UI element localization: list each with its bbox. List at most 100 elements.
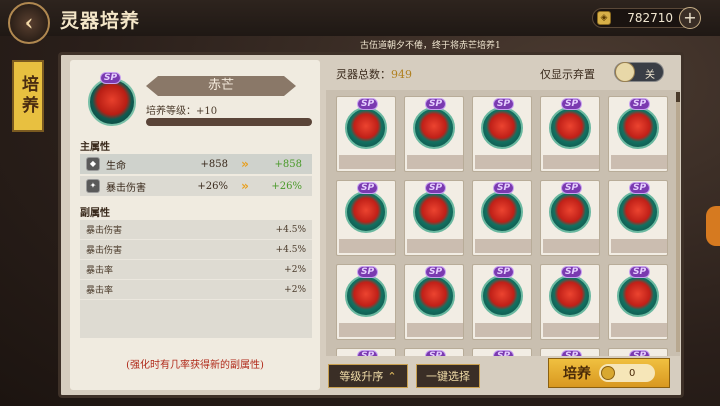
rarity-badge: SP xyxy=(357,266,379,278)
item-card[interactable]: SP xyxy=(404,348,464,356)
rune-icon xyxy=(413,191,455,233)
item-card[interactable]: SP xyxy=(336,348,396,356)
rarity-badge: SP xyxy=(425,350,447,356)
item-card[interactable]: SP xyxy=(472,96,532,172)
rarity-badge: SP xyxy=(357,98,379,110)
stat-value: +858 xyxy=(200,158,228,170)
page-title: 灵器培养 xyxy=(60,10,141,32)
item-card[interactable]: SP xyxy=(608,96,668,172)
rune-icon xyxy=(617,275,659,317)
rune-icon xyxy=(345,107,387,149)
item-card[interactable]: SP xyxy=(404,180,464,256)
rarity-badge: SP xyxy=(100,72,122,84)
sub-stat-value: +4.5% xyxy=(275,244,306,255)
stat-name: 生命 xyxy=(106,160,126,172)
item-card[interactable]: SP xyxy=(608,180,668,256)
level-bar xyxy=(146,118,312,126)
sort-button[interactable]: 等级升序 ⌃ xyxy=(328,364,408,388)
stat-value: +26% xyxy=(197,180,228,192)
rarity-badge: SP xyxy=(493,350,515,356)
cultivate-button[interactable]: 培养 0 xyxy=(548,358,670,388)
sub-attr-title: 副属性 xyxy=(80,208,110,219)
item-name: 赤芒 xyxy=(146,76,296,96)
side-edge-button[interactable] xyxy=(706,206,720,246)
tab-cultivate[interactable]: 培养 xyxy=(12,60,44,132)
back-arrow-icon: ‹ xyxy=(24,10,34,36)
item-card[interactable]: SP xyxy=(472,264,532,340)
card-label-bar xyxy=(543,239,599,253)
total-label: 灵器总数： xyxy=(336,68,391,81)
rune-icon xyxy=(345,275,387,317)
item-card[interactable]: SP xyxy=(540,264,600,340)
sub-stat-row: 暴击伤害 +4.5% xyxy=(80,240,312,260)
rune-icon xyxy=(413,275,455,317)
item-card[interactable]: SP xyxy=(404,96,464,172)
cultivate-label: 培养 xyxy=(563,366,591,382)
sub-stat-name: 暴击率 xyxy=(86,266,114,276)
rarity-badge: SP xyxy=(629,98,651,110)
card-label-bar xyxy=(339,323,395,337)
sub-stat-row: 暴击率 +2% xyxy=(80,260,312,280)
item-card[interactable]: SP xyxy=(472,348,532,356)
select-all-button[interactable]: 一键选择 xyxy=(416,364,480,388)
rune-icon xyxy=(549,191,591,233)
sort-label: 等级升序 xyxy=(339,370,384,383)
double-arrow-icon: » xyxy=(241,179,249,193)
item-card[interactable]: SP xyxy=(472,180,532,256)
card-label-bar xyxy=(475,155,531,169)
item-card[interactable]: SP xyxy=(336,264,396,340)
stat-new-value: +858 xyxy=(274,158,302,170)
card-label-bar xyxy=(543,155,599,169)
item-card[interactable]: SP xyxy=(608,348,668,356)
card-label-bar xyxy=(339,155,395,169)
stat-new-value: +26% xyxy=(271,180,302,192)
rarity-badge: SP xyxy=(493,182,515,194)
card-label-bar xyxy=(611,323,667,337)
main-stat-row: ◆ 生命 +858 » +858 xyxy=(80,154,312,174)
cultivate-level: 培养等级：+10 xyxy=(146,106,218,117)
sub-stat-value: +2% xyxy=(284,284,306,295)
rarity-badge: SP xyxy=(425,182,447,194)
discard-only-toggle[interactable]: 关 xyxy=(614,62,664,82)
toggle-state: 关 xyxy=(645,70,655,81)
rarity-badge: SP xyxy=(629,350,651,356)
back-button[interactable]: ‹ xyxy=(8,2,50,44)
sub-stat-list: 暴击伤害 +4.5% 暴击伤害 +4.5% 暴击率 +2% 暴击率 +2% xyxy=(80,220,312,338)
rune-icon xyxy=(481,107,523,149)
double-arrow-icon: » xyxy=(241,157,249,171)
card-label-bar xyxy=(339,239,395,253)
currency-display: ◈ 782710 + xyxy=(592,7,701,29)
toggle-knob xyxy=(615,62,635,82)
item-card[interactable]: SP xyxy=(608,264,668,340)
rune-icon xyxy=(549,107,591,149)
detail-panel: SP 赤芒 培养等级：+10 主属性 ◆ 生命 +858 » +858 ✦ 暴击… xyxy=(70,60,320,390)
main-attr-title: 主属性 xyxy=(80,142,110,153)
card-label-bar xyxy=(475,323,531,337)
item-card[interactable]: SP xyxy=(540,180,600,256)
rarity-badge: SP xyxy=(493,98,515,110)
sub-stat-value: +2% xyxy=(284,264,306,275)
cultivate-cost: 0 xyxy=(599,364,655,382)
rune-icon xyxy=(617,107,659,149)
item-card[interactable]: SP xyxy=(336,96,396,172)
card-label-bar xyxy=(475,239,531,253)
coin-icon xyxy=(601,366,615,380)
add-currency-button[interactable]: + xyxy=(679,7,701,29)
main-stat-row: ✦ 暴击伤害 +26% » +26% xyxy=(80,176,312,196)
item-card[interactable]: SP xyxy=(540,96,600,172)
sub-stat-name: 暴击伤害 xyxy=(86,226,123,236)
rune-icon xyxy=(345,191,387,233)
cultivate-count: 0 xyxy=(629,367,636,379)
ticker-message: 古伍道朝夕不倦，终于将赤芒培养1 xyxy=(360,41,501,51)
scrollbar[interactable] xyxy=(676,92,680,352)
inventory-panel: 灵器总数：949 仅显示弃置 关 SP SP SP SP SP SP SP SP SP SP SP S… xyxy=(326,60,680,356)
item-card[interactable]: SP xyxy=(336,180,396,256)
sub-stat-name: 暴击伤害 xyxy=(86,246,123,256)
total-count: 灵器总数：949 xyxy=(336,66,412,82)
scroll-thumb[interactable] xyxy=(676,92,680,102)
rarity-badge: SP xyxy=(357,182,379,194)
card-label-bar xyxy=(407,323,463,337)
card-label-bar xyxy=(407,155,463,169)
item-card[interactable]: SP xyxy=(540,348,600,356)
item-card[interactable]: SP xyxy=(404,264,464,340)
